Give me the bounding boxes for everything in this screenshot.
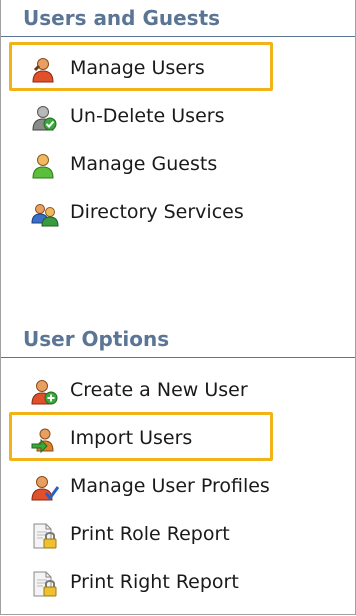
menu-item-manage-user-profiles[interactable]: Manage User Profiles bbox=[31, 473, 331, 503]
menu-item-label: Manage Guests bbox=[70, 153, 218, 175]
menu-item-label: Manage Users bbox=[70, 57, 205, 79]
report-lock-icon bbox=[31, 523, 59, 549]
section-header-users-and-guests: Users and Guests bbox=[1, 0, 355, 37]
users-options-panel: Users and Guests Manage Users Un-Delete … bbox=[0, 0, 356, 615]
menu-item-import-users[interactable]: Import Users bbox=[31, 425, 331, 455]
guest-icon bbox=[31, 153, 59, 179]
user-profile-icon bbox=[31, 475, 59, 501]
menu-item-undelete-users[interactable]: Un-Delete Users bbox=[31, 103, 331, 133]
menu-item-label: Import Users bbox=[70, 427, 193, 449]
user-add-icon bbox=[31, 379, 59, 405]
section-title: Users and Guests bbox=[23, 6, 221, 30]
menu-item-print-right-report[interactable]: Print Right Report bbox=[31, 569, 331, 599]
menu-item-create-new-user[interactable]: Create a New User bbox=[31, 377, 331, 407]
menu-item-label: Print Role Report bbox=[70, 523, 230, 545]
menu-item-label: Create a New User bbox=[70, 379, 248, 401]
section-header-user-options: User Options bbox=[1, 321, 355, 358]
menu-item-label: Un-Delete Users bbox=[70, 105, 225, 127]
menu-item-manage-guests[interactable]: Manage Guests bbox=[31, 151, 331, 181]
report-lock-icon bbox=[31, 571, 59, 597]
menu-item-print-role-report[interactable]: Print Role Report bbox=[31, 521, 331, 551]
menu-item-directory-services[interactable]: Directory Services bbox=[31, 199, 331, 229]
menu-item-manage-users[interactable]: Manage Users bbox=[31, 55, 331, 85]
user-restore-icon bbox=[31, 105, 59, 131]
section-title: User Options bbox=[23, 327, 170, 351]
user-import-icon bbox=[31, 427, 59, 453]
menu-item-label: Directory Services bbox=[70, 201, 244, 223]
menu-item-label: Manage User Profiles bbox=[70, 475, 270, 497]
menu-item-label: Print Right Report bbox=[70, 571, 239, 593]
user-icon bbox=[31, 57, 59, 83]
directory-icon bbox=[31, 201, 59, 227]
